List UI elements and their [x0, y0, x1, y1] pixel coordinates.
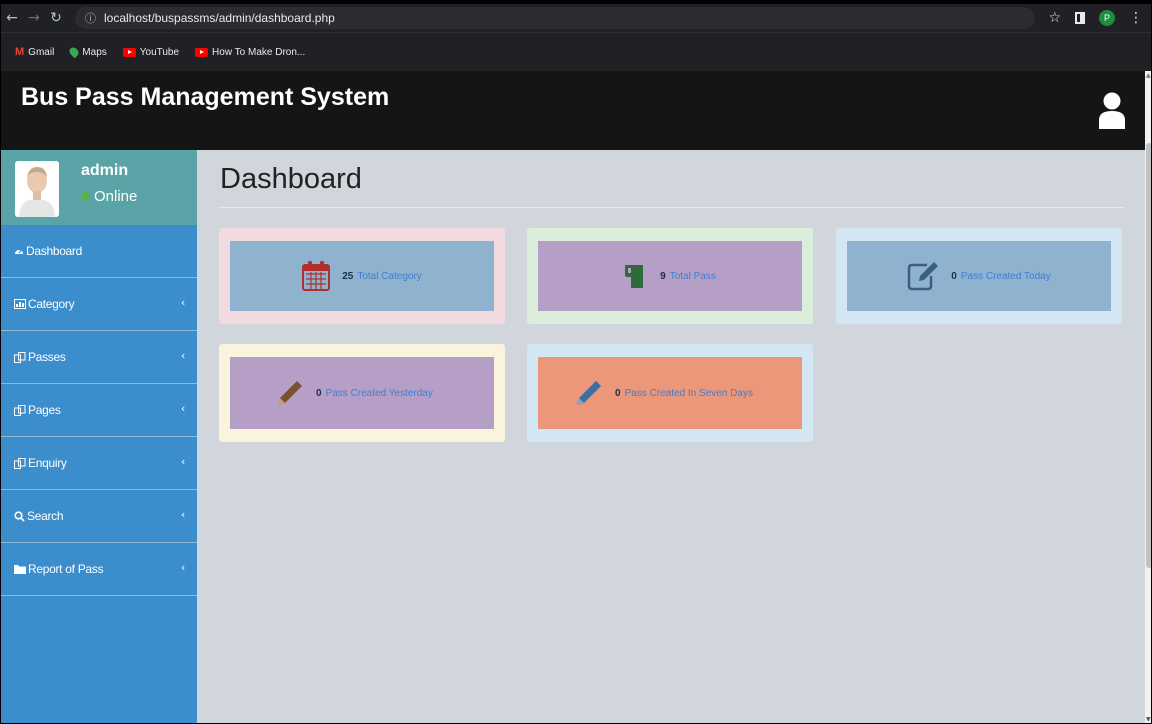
pencil-icon	[575, 379, 603, 407]
page-scrollbar[interactable]: ▲ ▼	[1145, 71, 1151, 723]
gmail-icon: M	[15, 46, 25, 58]
online-status-icon	[81, 192, 90, 201]
copy-icon	[14, 404, 26, 416]
mug-icon	[624, 263, 648, 289]
chevron-left-icon: ‹	[180, 402, 185, 415]
chevron-left-icon: ‹	[180, 508, 185, 521]
bookmark-youtube[interactable]: YouTube	[122, 46, 180, 58]
card-pass-created-today[interactable]: 0 Pass Created Today	[836, 228, 1122, 324]
sidebar-item-enquiry[interactable]: Enquiry ‹	[1, 437, 197, 490]
title-divider	[218, 207, 1124, 208]
scroll-down-arrow-icon[interactable]: ▼	[1146, 716, 1151, 723]
browser-menu-icon[interactable]: ⋮	[1129, 10, 1143, 26]
copy-icon	[14, 457, 26, 469]
bookmark-gmail[interactable]: M Gmail	[15, 46, 54, 58]
card-label[interactable]: Pass Created Today	[961, 271, 1051, 282]
bookmark-maps[interactable]: Maps	[67, 45, 107, 59]
side-panel-icon[interactable]	[1075, 12, 1085, 24]
edit-icon	[907, 261, 939, 291]
card-total-pass[interactable]: 9 Total Pass	[527, 228, 813, 324]
card-inner[interactable]: 9 Total Pass	[538, 241, 802, 311]
copy-icon	[14, 351, 26, 363]
page-title: Dashboard	[220, 163, 362, 195]
user-status: Online	[81, 188, 137, 205]
card-count: 0	[951, 270, 957, 282]
pencil-icon	[276, 379, 304, 407]
user-name: admin	[81, 162, 129, 179]
user-panel: admin Online	[1, 150, 197, 225]
card-label[interactable]: Total Pass	[670, 271, 716, 282]
address-bar-row: ← → ↻ ⓘ localhost/buspassms/admin/dashbo…	[1, 4, 1151, 32]
sidebar-item-dashboard[interactable]: Dashboard	[1, 225, 197, 278]
profile-avatar[interactable]: P	[1099, 10, 1115, 26]
folder-icon	[14, 564, 26, 574]
bookmark-drone-video[interactable]: How To Make Dron...	[195, 47, 305, 58]
bookmarks-bar: M Gmail Maps YouTube How To Make Dron...	[1, 32, 1151, 71]
forward-arrow-icon[interactable]: →	[23, 10, 45, 26]
browser-toolbar-right: ☆ P ⋮	[1048, 4, 1143, 32]
bookmark-label: YouTube	[139, 46, 180, 58]
calendar-icon	[302, 261, 331, 291]
card-pass-created-yesterday[interactable]: 0 Pass Created Yesterday	[219, 344, 505, 442]
sidebar-item-label: Pages	[28, 403, 61, 417]
reload-icon[interactable]: ↻	[45, 10, 67, 26]
site-info-icon[interactable]: ⓘ	[85, 10, 96, 26]
card-label[interactable]: Pass Created In Seven Days	[625, 388, 753, 399]
app-title[interactable]: Bus Pass Management System	[21, 83, 389, 112]
sidebar-item-pages[interactable]: Pages ‹	[1, 384, 197, 437]
sidebar-item-label: Passes	[28, 350, 66, 364]
app-header: Bus Pass Management System	[1, 71, 1145, 150]
scroll-thumb[interactable]	[1146, 143, 1151, 568]
card-count: 25	[342, 270, 354, 282]
bookmark-label: How To Make Dron...	[212, 46, 306, 58]
card-count: 0	[316, 387, 322, 399]
card-inner[interactable]: 0 Pass Created In Seven Days	[538, 357, 802, 429]
user-status-text: Online	[94, 188, 138, 205]
maps-pin-icon	[67, 45, 81, 59]
dashboard-icon	[14, 246, 24, 256]
sidebar-item-label: Search	[27, 509, 64, 523]
sidebar-item-passes[interactable]: Passes ‹	[1, 331, 197, 384]
chevron-left-icon: ‹	[180, 349, 185, 362]
url-text: localhost/buspassms/admin/dashboard.php	[104, 11, 335, 25]
avatar	[15, 161, 59, 217]
scroll-up-arrow-icon[interactable]: ▲	[1146, 72, 1151, 79]
url-field[interactable]: ⓘ localhost/buspassms/admin/dashboard.ph…	[75, 7, 1035, 29]
youtube-icon	[122, 47, 136, 57]
sidebar: admin Online Dashboard Category ‹ Passes	[1, 150, 197, 723]
card-label[interactable]: Total Category	[357, 271, 421, 282]
sidebar-item-search[interactable]: Search ‹	[1, 490, 197, 543]
youtube-icon	[195, 47, 209, 57]
sidebar-item-label: Category	[28, 297, 75, 311]
sidebar-item-label: Report of Pass	[28, 562, 104, 576]
card-count: 0	[615, 387, 621, 399]
chevron-left-icon: ‹	[180, 561, 185, 574]
search-icon	[14, 510, 25, 522]
card-label[interactable]: Pass Created Yesterday	[326, 388, 433, 399]
table-icon	[14, 299, 26, 309]
main-content: Dashboard 25 Total Category 9 Total Pass…	[197, 150, 1145, 723]
chevron-left-icon: ‹	[180, 296, 185, 309]
card-pass-created-seven-days[interactable]: 0 Pass Created In Seven Days	[527, 344, 813, 442]
bookmark-label: Gmail	[28, 46, 55, 58]
bookmark-star-icon[interactable]: ☆	[1048, 10, 1061, 26]
card-inner[interactable]: 0 Pass Created Today	[847, 241, 1111, 311]
sidebar-item-label: Dashboard	[26, 244, 83, 258]
chevron-left-icon: ‹	[180, 455, 185, 468]
sidebar-item-report-of-pass[interactable]: Report of Pass ‹	[1, 543, 197, 596]
card-count: 9	[660, 270, 666, 282]
card-inner[interactable]: 0 Pass Created Yesterday	[230, 357, 494, 429]
sidebar-item-label: Enquiry	[28, 456, 67, 470]
card-inner[interactable]: 25 Total Category	[230, 241, 494, 311]
sidebar-item-category[interactable]: Category ‹	[1, 278, 197, 331]
avatar-person-icon	[15, 161, 59, 217]
user-icon[interactable]	[1097, 91, 1127, 129]
browser-window: ← → ↻ ⓘ localhost/buspassms/admin/dashbo…	[0, 0, 1152, 724]
card-total-category[interactable]: 25 Total Category	[219, 228, 505, 324]
bookmark-label: Maps	[82, 46, 107, 58]
back-arrow-icon[interactable]: ←	[1, 10, 23, 26]
